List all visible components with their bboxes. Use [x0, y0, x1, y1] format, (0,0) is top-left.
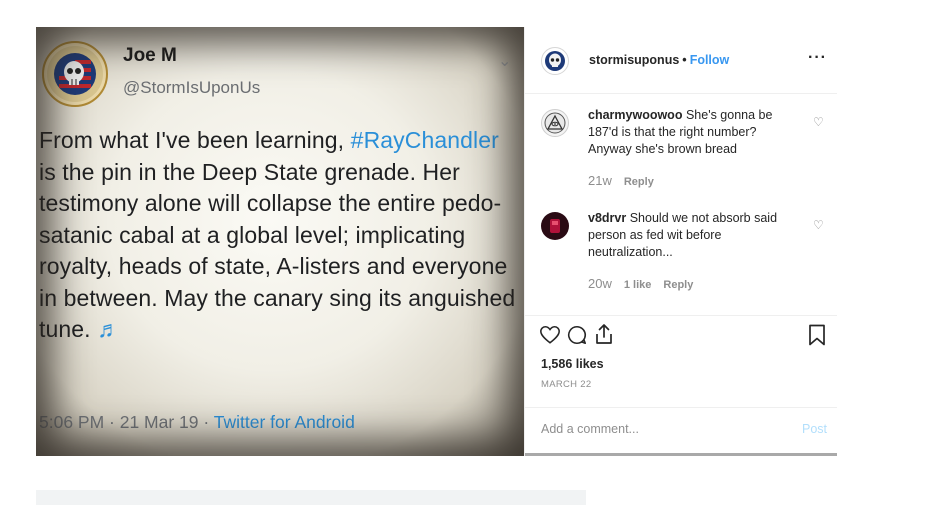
comment-text: charmywoowoo She's gonna be 187'd is tha… [588, 107, 788, 158]
tweet-author-handle: @StormIsUponUs [123, 78, 261, 97]
tweet-text-before: From what I've been learning, [39, 127, 351, 153]
comment-heart-icon[interactable]: ♡ [813, 218, 824, 232]
post-owner-username[interactable]: stormisuponus [589, 53, 679, 67]
comment-meta: 21w Reply [588, 173, 666, 188]
skull-flag-avatar-icon [47, 46, 103, 102]
comment-time[interactable]: 20w [588, 276, 612, 291]
heart-icon[interactable] [539, 324, 561, 349]
comment-username[interactable]: v8drvr [588, 211, 626, 225]
tweet-image: Joe M @StormIsUponUs ⌄ From what I've be… [36, 27, 525, 456]
skull-avatar-icon [545, 51, 565, 71]
pyramid-eye-avatar-icon [544, 112, 566, 134]
chevron-down-icon: ⌄ [498, 53, 512, 70]
comment-reply-button[interactable]: Reply [663, 279, 693, 291]
likes-count[interactable]: 1,586 likes [541, 357, 604, 371]
instagram-header: stormisuponus • Follow ··· [525, 27, 837, 94]
comment-reply-button[interactable]: Reply [624, 176, 654, 188]
post-comment-button[interactable]: Post [802, 422, 827, 436]
post-owner: stormisuponus • Follow [589, 53, 729, 67]
comment-text: v8drvr Should we not absorb said person … [588, 210, 788, 261]
comment-username[interactable]: charmywoowoo [588, 108, 682, 122]
follow-button[interactable]: Follow [690, 53, 730, 67]
tweet-text: From what I've been learning, #RayChandl… [39, 125, 519, 346]
tweet-time: 5:06 PM · 21 Mar 19 · [39, 412, 214, 432]
tweet-author-name: Joe M [123, 45, 177, 66]
separator-dot: • [682, 53, 687, 67]
dark-car-avatar-icon [542, 213, 568, 239]
instagram-panel: stormisuponus • Follow ··· charmywoowoo Sh… [524, 27, 837, 456]
tweet-hashtag: #RayChandler [350, 127, 499, 153]
tweet-avatar [42, 41, 108, 107]
commenter-avatar[interactable] [541, 109, 569, 137]
comment-likes[interactable]: 1 like [624, 279, 652, 291]
comment-meta: 20w 1 like Reply [588, 276, 705, 291]
more-options-icon[interactable]: ··· [808, 49, 827, 67]
comment-icon[interactable] [566, 324, 588, 349]
comment-time[interactable]: 21w [588, 173, 612, 188]
profile-avatar[interactable] [541, 47, 569, 75]
embed-footer-bar [36, 490, 586, 505]
tweet-source: Twitter for Android [213, 412, 355, 432]
add-comment-input[interactable]: Add a comment... [541, 422, 639, 436]
panel-bottom-border [525, 453, 837, 456]
tweet-meta: 5:06 PM · 21 Mar 19 · Twitter for Androi… [39, 412, 355, 433]
comment-heart-icon[interactable]: ♡ [813, 115, 824, 129]
post-date: MARCH 22 [541, 379, 592, 390]
add-comment-bar: Add a comment... Post [525, 407, 837, 457]
share-icon[interactable] [593, 322, 615, 349]
tweet-text-after: is the pin in the Deep State grenade. He… [39, 158, 516, 343]
music-notes-icon: ♬ [97, 316, 121, 342]
commenter-avatar[interactable] [541, 212, 569, 240]
bookmark-icon[interactable] [808, 324, 826, 349]
